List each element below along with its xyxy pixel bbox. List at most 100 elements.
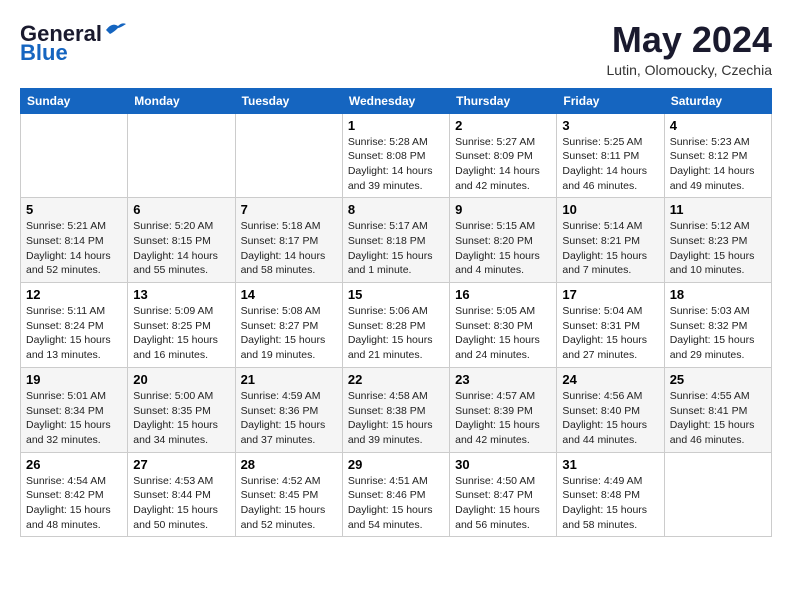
calendar-week-row: 1 Sunrise: 5:28 AM Sunset: 8:08 PM Daylig… [21,113,772,198]
day-info: Sunrise: 4:49 AM Sunset: 8:48 PM Dayligh… [562,474,658,533]
day-info: Sunrise: 5:12 AM Sunset: 8:23 PM Dayligh… [670,219,766,278]
day-number: 9 [455,202,551,217]
day-number: 24 [562,372,658,387]
day-info: Sunrise: 4:59 AM Sunset: 8:36 PM Dayligh… [241,389,337,448]
day-info: Sunrise: 5:23 AM Sunset: 8:12 PM Dayligh… [670,135,766,194]
day-number: 28 [241,457,337,472]
day-number: 11 [670,202,766,217]
calendar-header-monday: Monday [128,88,235,113]
day-info: Sunrise: 5:28 AM Sunset: 8:08 PM Dayligh… [348,135,444,194]
day-info: Sunrise: 4:50 AM Sunset: 8:47 PM Dayligh… [455,474,551,533]
calendar-cell [235,113,342,198]
calendar-cell: 11 Sunrise: 5:12 AM Sunset: 8:23 PM Dayli… [664,198,771,283]
day-number: 30 [455,457,551,472]
calendar-cell: 13 Sunrise: 5:09 AM Sunset: 8:25 PM Dayli… [128,283,235,368]
day-number: 10 [562,202,658,217]
calendar-cell: 9 Sunrise: 5:15 AM Sunset: 8:20 PM Daylig… [450,198,557,283]
page-header: General Blue May 2024 Lutin, Olomoucky, … [20,20,772,78]
day-info: Sunrise: 5:25 AM Sunset: 8:11 PM Dayligh… [562,135,658,194]
month-title: May 2024 [607,20,772,60]
calendar-table: SundayMondayTuesdayWednesdayThursdayFrid… [20,88,772,538]
calendar-cell: 19 Sunrise: 5:01 AM Sunset: 8:34 PM Dayli… [21,367,128,452]
day-number: 25 [670,372,766,387]
calendar-cell: 24 Sunrise: 4:56 AM Sunset: 8:40 PM Dayli… [557,367,664,452]
day-info: Sunrise: 5:14 AM Sunset: 8:21 PM Dayligh… [562,219,658,278]
calendar-cell: 18 Sunrise: 5:03 AM Sunset: 8:32 PM Dayli… [664,283,771,368]
day-number: 31 [562,457,658,472]
day-info: Sunrise: 5:27 AM Sunset: 8:09 PM Dayligh… [455,135,551,194]
day-info: Sunrise: 5:01 AM Sunset: 8:34 PM Dayligh… [26,389,122,448]
day-number: 29 [348,457,444,472]
day-number: 18 [670,287,766,302]
day-number: 20 [133,372,229,387]
calendar-header-tuesday: Tuesday [235,88,342,113]
calendar-cell: 2 Sunrise: 5:27 AM Sunset: 8:09 PM Daylig… [450,113,557,198]
day-info: Sunrise: 5:08 AM Sunset: 8:27 PM Dayligh… [241,304,337,363]
day-info: Sunrise: 5:04 AM Sunset: 8:31 PM Dayligh… [562,304,658,363]
calendar-cell: 30 Sunrise: 4:50 AM Sunset: 8:47 PM Dayli… [450,452,557,537]
logo: General Blue [20,20,126,66]
day-number: 2 [455,118,551,133]
logo-bird-icon [104,20,126,38]
calendar-cell: 15Sunrise: 5:06 AM Sunset: 8:28 PM Dayli… [342,283,449,368]
calendar-cell: 14 Sunrise: 5:08 AM Sunset: 8:27 PM Dayli… [235,283,342,368]
day-info: Sunrise: 5:09 AM Sunset: 8:25 PM Dayligh… [133,304,229,363]
title-block: May 2024 Lutin, Olomoucky, Czechia [607,20,772,78]
day-number: 3 [562,118,658,133]
calendar-week-row: 5 Sunrise: 5:21 AM Sunset: 8:14 PM Daylig… [21,198,772,283]
day-number: 6 [133,202,229,217]
calendar-cell: 16Sunrise: 5:05 AM Sunset: 8:30 PM Dayli… [450,283,557,368]
calendar-cell: 29 Sunrise: 4:51 AM Sunset: 8:46 PM Dayli… [342,452,449,537]
day-info: Sunrise: 4:51 AM Sunset: 8:46 PM Dayligh… [348,474,444,533]
calendar-cell: 26Sunrise: 4:54 AM Sunset: 8:42 PM Dayli… [21,452,128,537]
calendar-cell: 22Sunrise: 4:58 AM Sunset: 8:38 PM Dayli… [342,367,449,452]
day-number: 13 [133,287,229,302]
calendar-week-row: 12Sunrise: 5:11 AM Sunset: 8:24 PM Dayli… [21,283,772,368]
day-number: 19 [26,372,122,387]
calendar-cell [21,113,128,198]
calendar-header-saturday: Saturday [664,88,771,113]
calendar-week-row: 26Sunrise: 4:54 AM Sunset: 8:42 PM Dayli… [21,452,772,537]
calendar-cell: 3 Sunrise: 5:25 AM Sunset: 8:11 PM Daylig… [557,113,664,198]
day-info: Sunrise: 4:54 AM Sunset: 8:42 PM Dayligh… [26,474,122,533]
logo-blue-text: Blue [20,40,68,65]
calendar-header-friday: Friday [557,88,664,113]
day-info: Sunrise: 4:58 AM Sunset: 8:38 PM Dayligh… [348,389,444,448]
calendar-cell: 12Sunrise: 5:11 AM Sunset: 8:24 PM Dayli… [21,283,128,368]
calendar-header-thursday: Thursday [450,88,557,113]
day-number: 8 [348,202,444,217]
calendar-cell [664,452,771,537]
day-number: 17 [562,287,658,302]
calendar-cell: 10 Sunrise: 5:14 AM Sunset: 8:21 PM Dayli… [557,198,664,283]
calendar-header-sunday: Sunday [21,88,128,113]
day-info: Sunrise: 5:06 AM Sunset: 8:28 PM Dayligh… [348,304,444,363]
calendar-cell [128,113,235,198]
day-info: Sunrise: 4:53 AM Sunset: 8:44 PM Dayligh… [133,474,229,533]
day-number: 14 [241,287,337,302]
day-number: 23 [455,372,551,387]
calendar-cell: 25 Sunrise: 4:55 AM Sunset: 8:41 PM Dayli… [664,367,771,452]
day-info: Sunrise: 5:05 AM Sunset: 8:30 PM Dayligh… [455,304,551,363]
calendar-cell: 5 Sunrise: 5:21 AM Sunset: 8:14 PM Daylig… [21,198,128,283]
day-info: Sunrise: 5:21 AM Sunset: 8:14 PM Dayligh… [26,219,122,278]
day-info: Sunrise: 5:03 AM Sunset: 8:32 PM Dayligh… [670,304,766,363]
day-info: Sunrise: 5:18 AM Sunset: 8:17 PM Dayligh… [241,219,337,278]
calendar-cell: 27 Sunrise: 4:53 AM Sunset: 8:44 PM Dayli… [128,452,235,537]
day-info: Sunrise: 5:17 AM Sunset: 8:18 PM Dayligh… [348,219,444,278]
day-number: 1 [348,118,444,133]
day-info: Sunrise: 4:56 AM Sunset: 8:40 PM Dayligh… [562,389,658,448]
calendar-cell: 20 Sunrise: 5:00 AM Sunset: 8:35 PM Dayli… [128,367,235,452]
day-info: Sunrise: 4:57 AM Sunset: 8:39 PM Dayligh… [455,389,551,448]
day-info: Sunrise: 5:00 AM Sunset: 8:35 PM Dayligh… [133,389,229,448]
calendar-cell: 4Sunrise: 5:23 AM Sunset: 8:12 PM Daylig… [664,113,771,198]
day-info: Sunrise: 4:55 AM Sunset: 8:41 PM Dayligh… [670,389,766,448]
calendar-header-wednesday: Wednesday [342,88,449,113]
day-info: Sunrise: 5:20 AM Sunset: 8:15 PM Dayligh… [133,219,229,278]
calendar-cell: 6 Sunrise: 5:20 AM Sunset: 8:15 PM Daylig… [128,198,235,283]
day-info: Sunrise: 5:15 AM Sunset: 8:20 PM Dayligh… [455,219,551,278]
day-number: 27 [133,457,229,472]
calendar-cell: 21Sunrise: 4:59 AM Sunset: 8:36 PM Dayli… [235,367,342,452]
day-number: 5 [26,202,122,217]
calendar-header-row: SundayMondayTuesdayWednesdayThursdayFrid… [21,88,772,113]
calendar-cell: 28Sunrise: 4:52 AM Sunset: 8:45 PM Dayli… [235,452,342,537]
